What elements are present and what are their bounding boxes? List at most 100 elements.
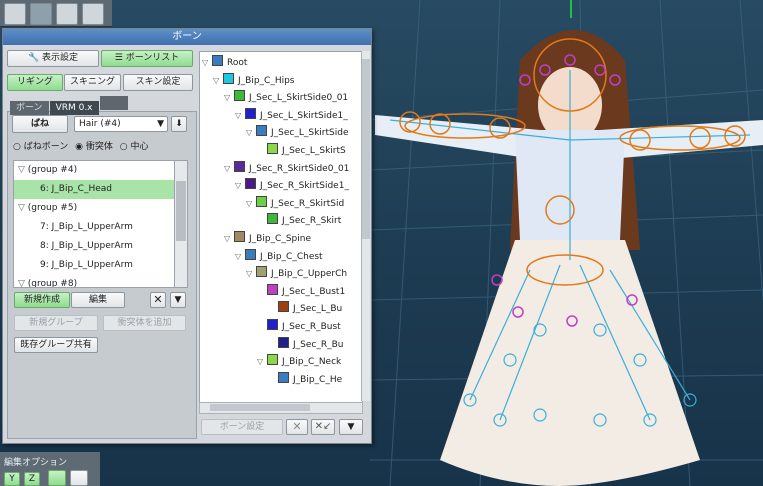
list-item[interactable]: 8: J_Bip_L_UpperArm — [14, 237, 174, 256]
tree-node-label: J_Sec_L_Bust1 — [282, 286, 346, 297]
tree-node[interactable]: J_Sec_L_SkirtS — [257, 143, 346, 157]
bone-color-icon — [278, 371, 289, 383]
tree-node[interactable]: J_Sec_L_Bu — [268, 301, 342, 315]
expand-icon[interactable]: ▽ — [18, 279, 28, 287]
expand-icon[interactable]: ▽ — [246, 197, 256, 211]
list-item[interactable]: 9: J_Bip_L_UpperArm — [14, 256, 174, 275]
radio-center[interactable]: ○ 中心 — [120, 142, 149, 152]
tree-node-label: Root — [227, 58, 248, 68]
tree-node[interactable]: ▽ J_Bip_C_Spine — [224, 231, 311, 245]
bone-color-icon — [267, 213, 278, 225]
close-icon[interactable]: ✕ — [150, 292, 166, 308]
bone-color-icon — [234, 90, 245, 102]
layer-icon[interactable] — [82, 3, 104, 25]
share-group-button[interactable]: 既存グループ共有 — [14, 337, 98, 353]
tab-bone-list[interactable]: ☰ ボーンリスト — [101, 50, 193, 67]
list-item-label: (group #5) — [27, 203, 78, 213]
radio-spring-bone[interactable]: ○ ばねボーン — [13, 142, 68, 152]
tree-node[interactable]: ▽ J_Sec_L_SkirtSide1_ — [235, 107, 348, 123]
expand-icon[interactable]: ▽ — [235, 250, 245, 264]
tree-hscroll-thumb[interactable] — [210, 404, 310, 411]
list-scrollbar[interactable] — [174, 160, 188, 288]
tree-node-label: J_Sec_L_SkirtS — [282, 146, 346, 156]
radio-collider[interactable]: ◉ 衝突体 — [75, 142, 113, 152]
list-item[interactable]: ▽ (group #4) — [14, 161, 174, 180]
radio-group: ○ ばねボーン ◉ 衝突体 ○ 中心 — [13, 139, 149, 152]
spring-button[interactable]: ばね — [12, 115, 68, 133]
tree-node[interactable]: ▽ J_Sec_L_SkirtSide — [246, 125, 348, 139]
list-item-label: 9: J_Bip_L_UpperArm — [40, 260, 133, 270]
bone-color-icon — [267, 143, 278, 154]
tree-node[interactable]: J_Sec_R_Bu — [268, 336, 343, 351]
tree-node-label: J_Bip_C_Hips — [238, 75, 295, 86]
expand-icon[interactable]: ▽ — [224, 162, 234, 176]
tree-node-label: J_Bip_C_Spine — [249, 234, 311, 244]
dropdown-icon[interactable]: ▼ — [170, 292, 186, 308]
menu-chevron-icon[interactable]: ▼ — [339, 419, 363, 435]
tree-node[interactable]: J_Sec_L_Bust1 — [257, 283, 346, 298]
snap-icon[interactable] — [48, 470, 66, 486]
tree-node[interactable]: J_Sec_R_Skirt — [257, 213, 341, 227]
spring-group-select[interactable]: Hair (#4) ▼ — [74, 116, 168, 132]
expand-icon[interactable]: ▽ — [18, 165, 28, 175]
tree-node[interactable]: J_Bip_C_He — [268, 371, 342, 386]
expand-icon[interactable]: ▽ — [224, 232, 234, 246]
tree-node-label: J_Sec_R_SkirtSid — [271, 198, 345, 209]
bone-color-icon — [278, 301, 289, 313]
tree-node[interactable]: ▽ J_Bip_C_Neck — [257, 354, 341, 368]
expand-icon[interactable]: ▽ — [202, 56, 212, 70]
expand-icon[interactable]: ▽ — [246, 126, 256, 140]
model-thumbnail-icon[interactable] — [4, 3, 26, 25]
remove-tool-icon[interactable]: ✕↙ — [311, 419, 335, 435]
bone-color-icon — [245, 107, 256, 119]
tree-node[interactable]: ▽ Root — [202, 55, 247, 69]
tab-skinning[interactable]: スキニング — [64, 74, 121, 91]
edit-button[interactable]: 編集 — [71, 292, 125, 308]
tab-bone[interactable]: ボーン — [10, 101, 49, 115]
tab-extra[interactable] — [99, 96, 128, 110]
expand-icon[interactable]: ▽ — [235, 109, 245, 123]
tab-rigging[interactable]: リギング — [7, 74, 63, 91]
scroll-thumb[interactable] — [176, 181, 186, 241]
tool-icon[interactable] — [30, 3, 52, 25]
edit-options-bar: 編集オプション Y Z — [0, 452, 100, 486]
cloud-icon[interactable] — [70, 470, 88, 486]
expand-icon[interactable]: ▽ — [235, 179, 245, 193]
list-item[interactable]: 6: J_Bip_C_Head — [14, 180, 174, 199]
new-group-button[interactable]: 新規グループ — [14, 315, 98, 331]
expand-icon[interactable]: ▽ — [18, 203, 28, 213]
new-button[interactable]: 新規作成 — [14, 292, 70, 308]
expand-icon[interactable]: ▽ — [246, 267, 256, 281]
tab-skin-settings[interactable]: スキン設定 — [123, 74, 193, 91]
bone-color-icon — [223, 72, 234, 84]
tree-node-label: J_Bip_C_UpperCh — [271, 269, 348, 280]
tab-display-settings[interactable]: 🔧 表示設定 — [7, 50, 99, 67]
list-item[interactable]: 7: J_Bip_L_UpperArm — [14, 218, 174, 237]
tree-node[interactable]: ▽ J_Sec_R_SkirtSide1_ — [235, 178, 349, 192]
tree-node[interactable]: ▽ J_Sec_R_SkirtSid — [246, 195, 345, 211]
expand-icon[interactable]: ▽ — [224, 91, 234, 105]
add-collider-button[interactable]: 衝突体を追加 — [103, 315, 186, 331]
bone-color-icon — [245, 248, 256, 260]
arrow-down-icon[interactable]: ⬇ — [171, 116, 187, 132]
tab-vrm0x[interactable]: VRM 0.x — [49, 101, 99, 115]
delete-icon[interactable]: ✕ — [286, 419, 308, 435]
tree-hscrollbar[interactable] — [199, 402, 363, 414]
tree-scrollbar[interactable] — [361, 51, 370, 401]
tree-node[interactable]: ▽ J_Sec_R_SkirtSide0_01 — [224, 160, 349, 176]
expand-icon[interactable]: ▽ — [213, 74, 223, 88]
tree-node[interactable]: ▽ J_Bip_C_Chest — [235, 248, 323, 264]
tree-node[interactable]: J_Sec_R_Bust — [257, 319, 341, 333]
grid-icon[interactable] — [56, 3, 78, 25]
expand-icon[interactable]: ▽ — [257, 355, 267, 369]
list-item[interactable]: ▽ (group #5) — [14, 199, 174, 218]
tree-scroll-thumb[interactable] — [362, 59, 370, 239]
axis-y-button[interactable]: Y — [4, 472, 20, 486]
list-item[interactable]: ▽ (group #8) — [14, 275, 174, 287]
tree-node-label: J_Sec_R_Bust — [282, 322, 341, 332]
tree-node[interactable]: ▽ J_Bip_C_Hips — [213, 72, 295, 88]
tree-node[interactable]: ▽ J_Bip_C_UpperCh — [246, 266, 347, 280]
axis-z-button[interactable]: Z — [24, 472, 40, 486]
tree-node[interactable]: ▽ J_Sec_L_SkirtSide0_01 — [224, 90, 348, 104]
bone-settings-button[interactable]: ボーン設定 — [201, 419, 283, 435]
